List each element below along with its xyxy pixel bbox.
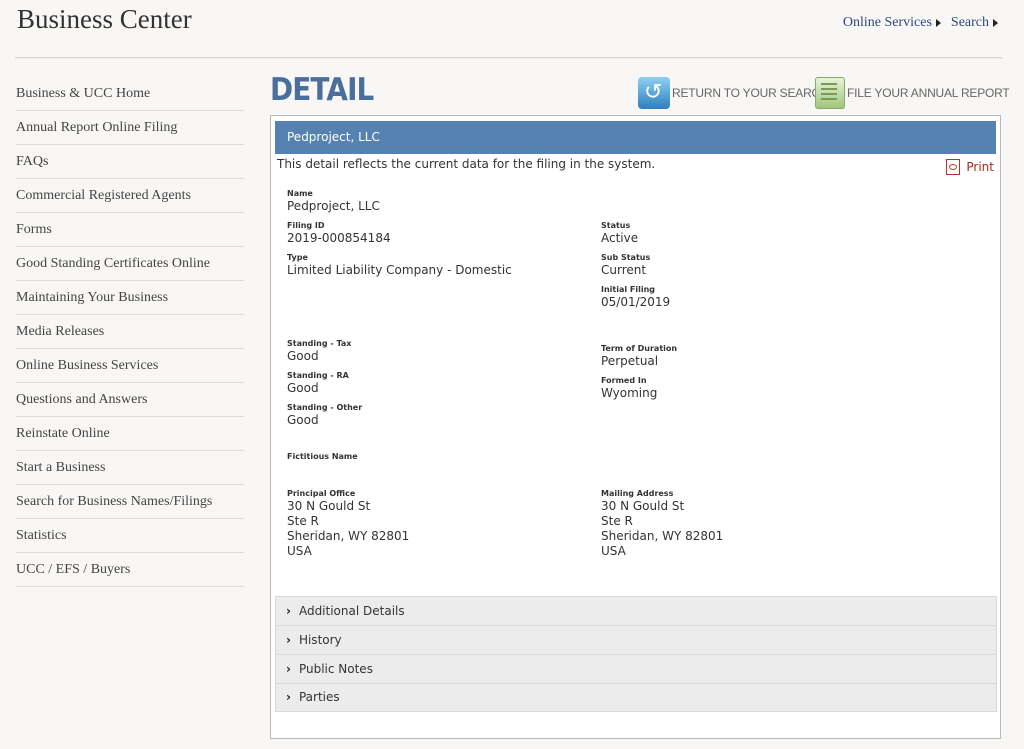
address-line: USA <box>287 544 312 558</box>
detail-panel: Pedproject, LLC This detail reflects the… <box>270 115 1001 739</box>
sidebar-item-maintaining[interactable]: Maintaining Your Business <box>16 281 244 315</box>
annual-report-icon <box>815 77 845 109</box>
field-standing-tax: Standing - Tax Good <box>287 339 351 364</box>
chevron-right-icon: › <box>286 661 291 676</box>
sidebar-item-search-filings[interactable]: Search for Business Names/Filings <box>16 485 244 519</box>
accordion-parties[interactable]: › Parties <box>275 683 997 712</box>
search-link[interactable]: Search <box>951 15 998 31</box>
accordion-label: Parties <box>298 690 340 704</box>
address-line: Sheridan, WY 82801 <box>287 529 410 543</box>
field-sub-status: Sub Status Current <box>601 253 650 278</box>
field-label: Filing ID <box>287 221 325 230</box>
field-label: Name <box>287 189 313 198</box>
file-annual-report-button[interactable]: FILE YOUR ANNUAL REPORT <box>815 77 1010 109</box>
field-fictitious-name: Fictitious Name <box>287 452 358 462</box>
field-initial-filing: Initial Filing 05/01/2019 <box>601 285 670 310</box>
header-divider <box>15 57 1002 59</box>
return-to-search-label: RETURN TO YOUR SEARCH <box>672 86 829 100</box>
field-value: Current <box>601 263 647 277</box>
chevron-right-icon: › <box>286 690 291 704</box>
field-standing-ra: Standing - RA Good <box>287 371 349 396</box>
field-value: Pedproject, LLC <box>287 199 380 213</box>
search-label: Search <box>950 15 989 30</box>
address-line: Ste R <box>601 514 633 528</box>
caret-right-icon <box>935 19 941 27</box>
sidebar-item-forms[interactable]: Forms <box>16 213 244 247</box>
field-value: Good <box>287 381 319 395</box>
field-mailing-address: Mailing Address 30 N Gould St Ste R Sher… <box>601 489 723 559</box>
field-label: Mailing Address <box>601 489 674 498</box>
field-label: Standing - RA <box>287 371 349 380</box>
accordion-additional-details[interactable]: › Additional Details <box>275 596 997 625</box>
address-line: 30 N Gould St <box>287 499 371 513</box>
field-name: Name Pedproject, LLC <box>287 189 380 214</box>
caret-right-icon <box>993 19 998 27</box>
detail-accordion: › Additional Details › History › Public Not… <box>275 596 997 712</box>
field-label: Status <box>601 221 631 230</box>
field-label: Principal Office <box>287 489 356 498</box>
address-line: USA <box>601 544 626 558</box>
field-value: Wyoming <box>601 386 658 400</box>
field-type: Type Limited Liability Company - Domesti… <box>287 253 512 278</box>
accordion-label: History <box>298 632 342 647</box>
print-label: Print <box>966 160 994 174</box>
field-principal-office: Principal Office 30 N Gould St Ste R She… <box>287 489 409 559</box>
field-label: Type <box>287 253 308 262</box>
accordion-public-notes[interactable]: › Public Notes <box>275 654 997 683</box>
panel-title: Pedproject, LLC <box>275 121 996 154</box>
field-label: Fictitious Name <box>287 452 358 461</box>
sidebar-item-good-standing[interactable]: Good Standing Certificates Online <box>16 247 244 281</box>
address-line: 30 N Gould St <box>601 499 685 513</box>
field-formed-in: Formed In Wyoming <box>601 376 657 401</box>
address-line: Sheridan, WY 82801 <box>601 529 724 543</box>
sidebar-item-ucc[interactable]: UCC / EFS / Buyers <box>16 553 244 587</box>
field-value: Active <box>601 231 639 245</box>
field-label: Initial Filing <box>601 285 656 294</box>
sidebar-item-questions[interactable]: Questions and Answers <box>16 383 244 417</box>
page-title: DETAIL <box>270 72 374 108</box>
site-title: Business Center <box>17 4 192 34</box>
accordion-label: Public Notes <box>298 661 373 676</box>
field-value: Good <box>287 349 319 363</box>
chevron-right-icon: › <box>286 603 291 618</box>
print-button[interactable]: Print <box>946 159 994 175</box>
file-annual-report-label: FILE YOUR ANNUAL REPORT <box>847 86 1010 100</box>
sidebar-item-online-services[interactable]: Online Business Services <box>16 349 244 383</box>
field-value: 05/01/2019 <box>601 295 671 309</box>
sidebar-item-annual-report[interactable]: Annual Report Online Filing <box>16 111 244 145</box>
online-services-link[interactable]: Online Services <box>843 15 941 31</box>
field-label: Formed In <box>601 376 647 385</box>
sidebar: Business & UCC Home Annual Report Online… <box>16 77 244 587</box>
field-label: Standing - Tax <box>287 339 352 348</box>
chevron-right-icon: › <box>286 632 291 647</box>
sidebar-item-reinstate[interactable]: Reinstate Online <box>16 417 244 451</box>
field-value: 2019-000854184 <box>287 231 391 245</box>
intro-text: This detail reflects the current data fo… <box>277 157 656 171</box>
online-services-label: Online Services <box>842 15 932 30</box>
field-label: Standing - Other <box>287 403 363 412</box>
accordion-history[interactable]: › History <box>275 625 997 654</box>
sidebar-item-statistics[interactable]: Statistics <box>16 519 244 553</box>
sidebar-item-registered-agents[interactable]: Commercial Registered Agents <box>16 179 244 213</box>
return-search-icon <box>638 77 670 109</box>
field-value: Limited Liability Company - Domestic <box>287 263 512 277</box>
field-value: Good <box>287 413 319 427</box>
sidebar-item-start-business[interactable]: Start a Business <box>16 451 244 485</box>
accordion-label: Additional Details <box>298 603 405 618</box>
field-filing-id: Filing ID 2019-000854184 <box>287 221 391 246</box>
field-term-of-duration: Term of Duration Perpetual <box>601 344 677 369</box>
sidebar-item-business-ucc-home[interactable]: Business & UCC Home <box>16 77 244 111</box>
field-label: Term of Duration <box>601 344 678 353</box>
sidebar-item-faqs[interactable]: FAQs <box>16 145 244 179</box>
pdf-icon <box>946 159 961 175</box>
field-label: Sub Status <box>601 253 651 262</box>
top-nav: Online Services Search <box>843 15 998 31</box>
field-status: Status Active <box>601 221 638 246</box>
field-value: Perpetual <box>601 354 659 368</box>
address-line: Ste R <box>287 514 319 528</box>
sidebar-item-media-releases[interactable]: Media Releases <box>16 315 244 349</box>
field-standing-other: Standing - Other Good <box>287 403 362 428</box>
return-to-search-button[interactable]: RETURN TO YOUR SEARCH <box>638 77 829 109</box>
